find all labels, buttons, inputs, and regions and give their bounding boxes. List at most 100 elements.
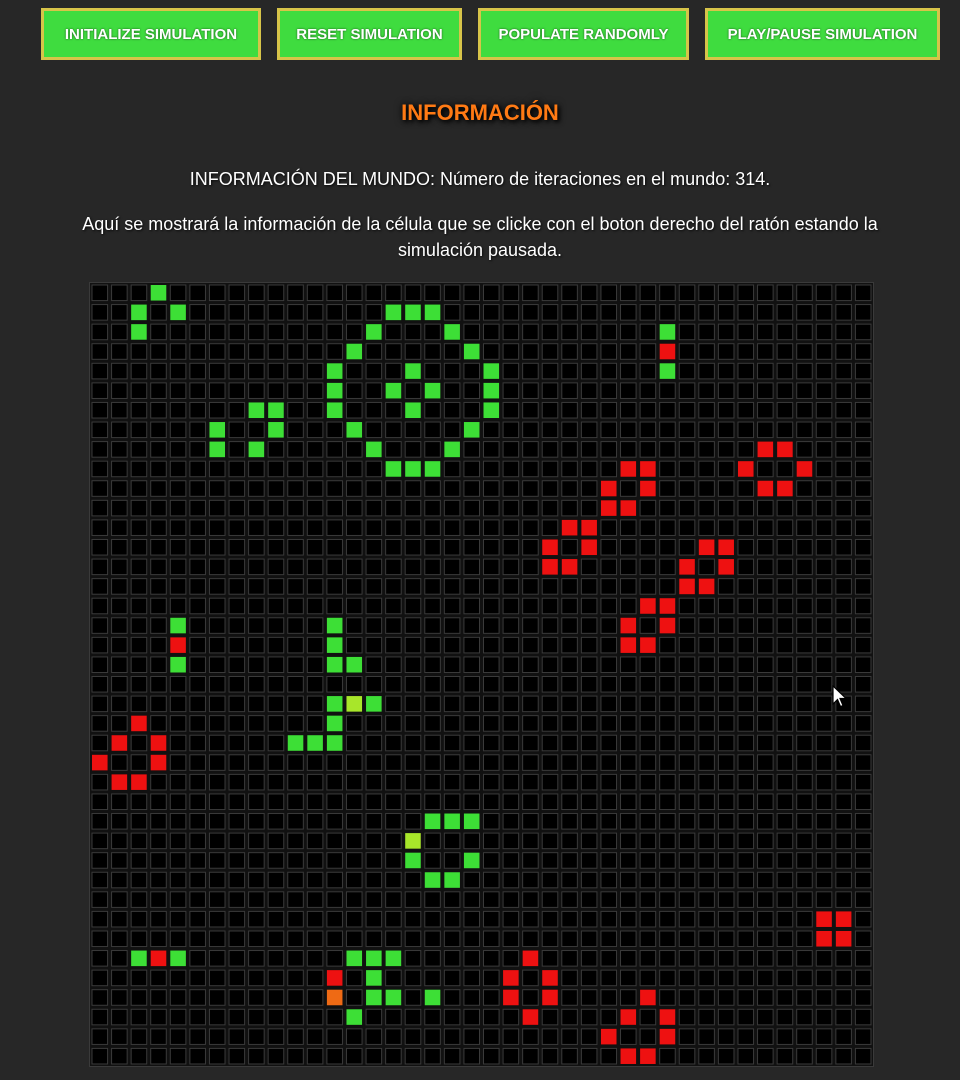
cell-empty[interactable] <box>130 519 148 536</box>
cell-empty[interactable] <box>385 441 402 458</box>
cell-empty[interactable] <box>678 715 696 732</box>
cell-empty[interactable] <box>659 773 676 791</box>
cell-empty[interactable] <box>267 636 285 654</box>
cell-empty[interactable] <box>541 421 559 439</box>
cell-empty[interactable] <box>835 813 852 830</box>
cell-empty[interactable] <box>306 480 324 497</box>
cell-empty[interactable] <box>91 538 109 556</box>
cell-empty[interactable] <box>502 284 520 302</box>
cell-empty[interactable] <box>130 421 148 439</box>
cell-empty[interactable] <box>698 284 715 302</box>
cell-empty[interactable] <box>639 832 657 850</box>
cell-empty[interactable] <box>267 1008 285 1026</box>
cell-empty[interactable] <box>130 676 148 693</box>
cell-empty[interactable] <box>620 969 637 987</box>
cell-empty[interactable] <box>150 773 167 791</box>
cell-empty[interactable] <box>659 676 676 693</box>
cell-empty[interactable] <box>150 891 167 908</box>
cell-empty[interactable] <box>365 343 383 360</box>
cell-empty[interactable] <box>815 891 833 908</box>
cell-empty[interactable] <box>326 421 343 439</box>
cell-empty[interactable] <box>522 323 539 341</box>
cell-empty[interactable] <box>620 793 637 811</box>
cell-empty[interactable] <box>796 558 813 576</box>
cell-empty[interactable] <box>737 499 755 517</box>
cell-empty[interactable] <box>404 1028 422 1045</box>
cell-empty[interactable] <box>208 676 226 693</box>
cell-empty[interactable] <box>620 597 637 615</box>
cell-empty[interactable] <box>404 910 422 928</box>
cell-empty[interactable] <box>620 950 637 967</box>
cell-empty[interactable] <box>815 284 833 302</box>
cell-empty[interactable] <box>287 578 304 595</box>
cell-empty[interactable] <box>580 1047 598 1065</box>
cell-empty[interactable] <box>757 813 774 830</box>
cell-empty[interactable] <box>502 695 520 713</box>
cell-empty[interactable] <box>639 969 657 987</box>
cell-empty[interactable] <box>639 421 657 439</box>
cell-empty[interactable] <box>659 558 676 576</box>
cell-empty[interactable] <box>463 656 480 673</box>
cell-empty[interactable] <box>639 578 657 595</box>
cell-empty[interactable] <box>620 734 637 752</box>
cell-empty[interactable] <box>835 852 852 869</box>
cell-green[interactable] <box>326 402 343 419</box>
cell-empty[interactable] <box>228 284 246 302</box>
cell-empty[interactable] <box>483 734 500 752</box>
cell-empty[interactable] <box>776 382 794 399</box>
cell-empty[interactable] <box>169 969 187 987</box>
cell-empty[interactable] <box>639 538 657 556</box>
cell-empty[interactable] <box>189 950 206 967</box>
cell-red[interactable] <box>522 950 539 967</box>
cell-empty[interactable] <box>463 989 480 1006</box>
cell-empty[interactable] <box>189 343 206 360</box>
cell-empty[interactable] <box>815 558 833 576</box>
cell-empty[interactable] <box>91 578 109 595</box>
cell-empty[interactable] <box>620 558 637 576</box>
cell-empty[interactable] <box>111 304 128 321</box>
cell-empty[interactable] <box>717 891 735 908</box>
cell-empty[interactable] <box>326 558 343 576</box>
cell-empty[interactable] <box>91 362 109 380</box>
cell-empty[interactable] <box>796 813 813 830</box>
cell-empty[interactable] <box>678 343 696 360</box>
cell-empty[interactable] <box>522 1047 539 1065</box>
cell-empty[interactable] <box>248 460 265 478</box>
cell-empty[interactable] <box>404 891 422 908</box>
cell-empty[interactable] <box>267 597 285 615</box>
cell-empty[interactable] <box>815 656 833 673</box>
cell-empty[interactable] <box>815 1008 833 1026</box>
cell-empty[interactable] <box>698 930 715 948</box>
cell-empty[interactable] <box>854 852 872 869</box>
cell-green[interactable] <box>424 989 441 1006</box>
cell-empty[interactable] <box>345 969 363 987</box>
cell-empty[interactable] <box>130 871 148 889</box>
cell-empty[interactable] <box>91 284 109 302</box>
cell-empty[interactable] <box>600 421 618 439</box>
cell-empty[interactable] <box>228 441 246 458</box>
cell-empty[interactable] <box>228 323 246 341</box>
cell-red[interactable] <box>816 930 832 947</box>
cell-empty[interactable] <box>600 871 618 889</box>
cell-empty[interactable] <box>150 793 167 811</box>
cell-empty[interactable] <box>150 832 167 850</box>
cell-empty[interactable] <box>835 460 852 478</box>
cell-empty[interactable] <box>404 734 422 752</box>
cell-empty[interactable] <box>150 460 167 478</box>
cell-empty[interactable] <box>169 1028 187 1045</box>
cell-empty[interactable] <box>208 1028 226 1045</box>
cell-empty[interactable] <box>678 969 696 987</box>
cell-empty[interactable] <box>326 773 343 791</box>
cell-empty[interactable] <box>580 832 598 850</box>
cell-empty[interactable] <box>228 480 246 497</box>
cell-empty[interactable] <box>502 636 520 654</box>
cell-empty[interactable] <box>267 1047 285 1065</box>
cell-empty[interactable] <box>267 441 285 458</box>
cell-empty[interactable] <box>561 676 578 693</box>
cell-green[interactable] <box>326 617 343 634</box>
cell-empty[interactable] <box>698 343 715 360</box>
cell-green[interactable] <box>326 656 343 673</box>
cell-empty[interactable] <box>522 304 539 321</box>
cell-empty[interactable] <box>698 734 715 752</box>
cell-empty[interactable] <box>600 597 618 615</box>
